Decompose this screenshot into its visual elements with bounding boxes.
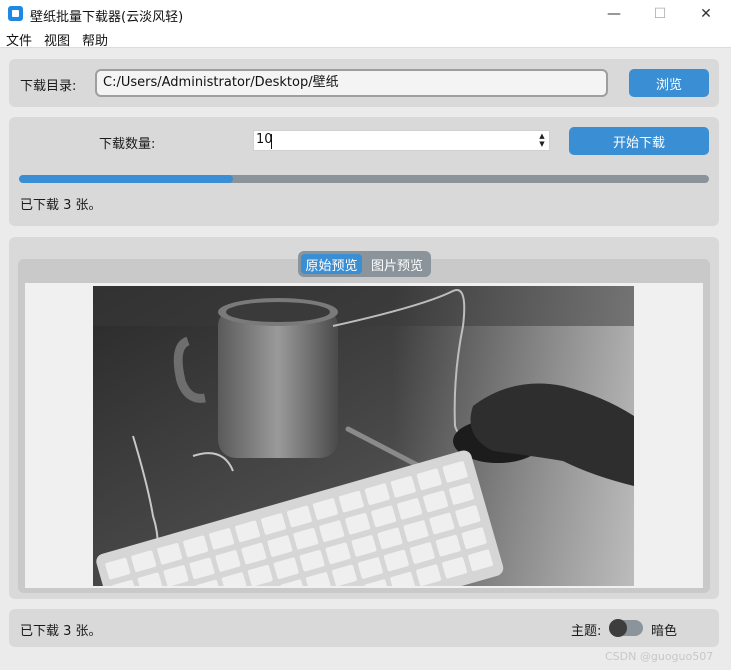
download-status: 已下载 3 张。 <box>20 198 102 213</box>
theme-label: 主题: <box>571 624 602 639</box>
window-title: 壁纸批量下载器(云淡风轻) <box>30 10 184 25</box>
theme-switch-knob <box>609 619 627 637</box>
footer-status: 已下载 3 张。 <box>20 624 102 639</box>
app-icon <box>8 6 23 21</box>
download-progress-fill <box>19 175 233 183</box>
download-count-label: 下载数量: <box>99 137 156 152</box>
spin-arrows-icon[interactable]: ▲ ▼ <box>537 132 547 149</box>
directory-label: 下载目录: <box>20 79 77 94</box>
browse-button[interactable]: 浏览 <box>629 69 709 97</box>
directory-path-input[interactable]: C:/Users/Administrator/Desktop/壁纸 <box>95 69 608 97</box>
text-caret <box>271 134 272 149</box>
theme-switch[interactable] <box>609 619 643 637</box>
download-progress-bar <box>19 175 709 183</box>
minimize-button[interactable]: — <box>591 0 637 28</box>
menu-view[interactable]: 视图 <box>44 30 70 49</box>
csdn-watermark: CSDN @guoguo507 <box>605 650 714 663</box>
maximize-button[interactable]: ☐ <box>637 0 683 28</box>
tab-image-preview[interactable]: 图片预览 <box>366 254 428 274</box>
menu-file[interactable]: 文件 <box>6 30 32 49</box>
tab-original-preview[interactable]: 原始预览 <box>301 254 362 274</box>
theme-value: 暗色 <box>651 624 678 639</box>
menu-help[interactable]: 帮助 <box>82 30 108 49</box>
menu-bar: 文件 视图 帮助 <box>0 28 731 49</box>
title-bar: 壁纸批量下载器(云淡风轻) — ☐ ✕ <box>0 0 731 28</box>
start-download-button[interactable]: 开始下载 <box>569 127 709 155</box>
close-button[interactable]: ✕ <box>683 0 729 28</box>
preview-image-area <box>25 283 703 588</box>
preview-tab-selector: 原始预览 图片预览 <box>298 251 431 277</box>
wallpaper-preview-image <box>93 286 634 586</box>
download-count-spinbox[interactable]: 10 ▲ ▼ <box>253 130 550 151</box>
